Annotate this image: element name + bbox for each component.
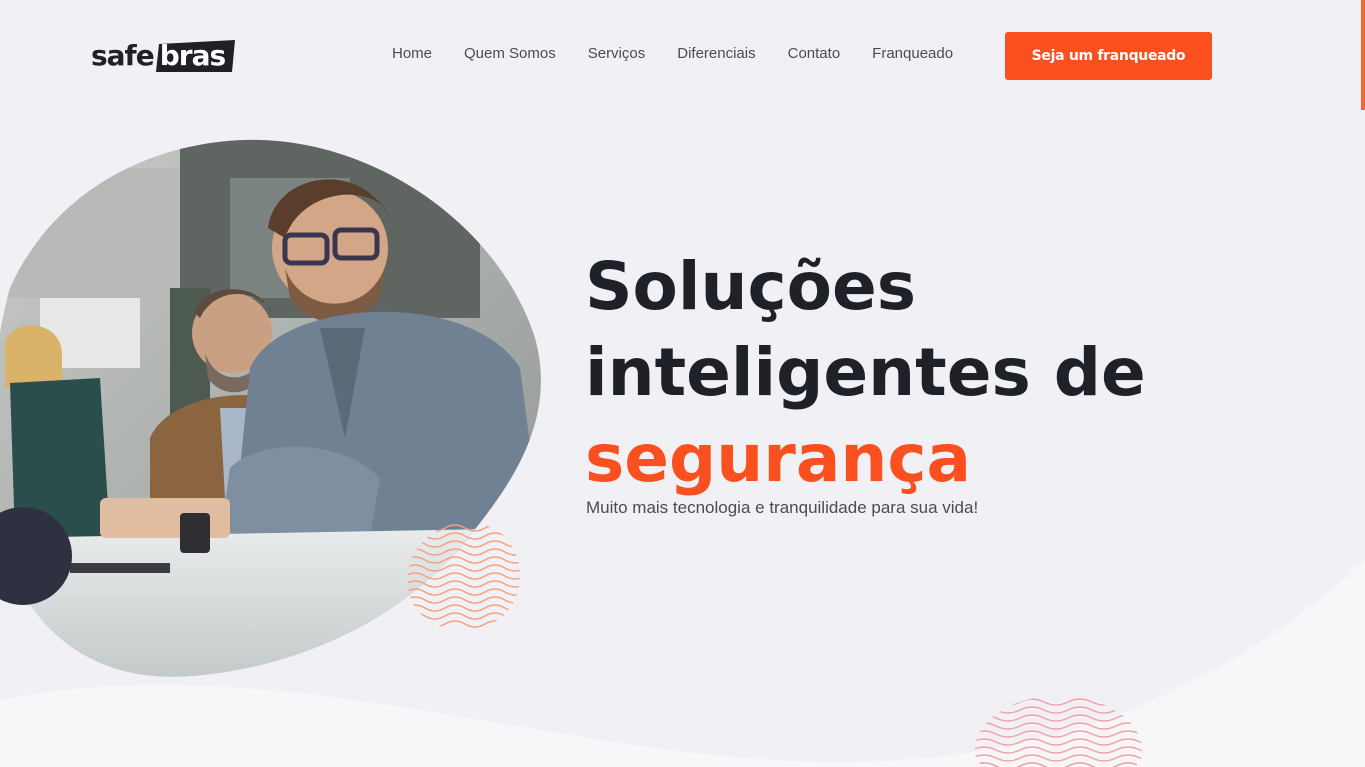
logo[interactable]: safe bras (91, 38, 235, 74)
hero-title: Soluções inteligentes de segurança (585, 244, 1146, 502)
nav-item-servicos[interactable]: Serviços (588, 44, 646, 64)
logo-text-safe: safe (91, 39, 155, 72)
hero-subtitle: Muito mais tecnologia e tranquilidade pa… (586, 498, 979, 517)
hero-title-line-2: inteligentes de (585, 334, 1146, 411)
nav-item-contato[interactable]: Contato (788, 44, 841, 64)
hero-title-highlight: segurança (585, 420, 972, 497)
page: safe bras Home Quem Somos Serviços Difer… (0, 0, 1365, 767)
nav-item-franqueado[interactable]: Franqueado (872, 44, 953, 64)
logo-text-bras-box: bras (155, 39, 235, 72)
nav-item-home[interactable]: Home (392, 44, 432, 64)
decorative-wave-pattern (407, 524, 521, 628)
franchise-cta-button[interactable]: Seja um franqueado (1005, 32, 1212, 80)
logo-text-bras: bras (159, 39, 226, 72)
main-nav: Home Quem Somos Serviços Diferenciais Co… (392, 44, 985, 64)
hero-title-line-1: Soluções (585, 248, 916, 325)
nav-item-diferenciais[interactable]: Diferenciais (677, 44, 755, 64)
nav-item-quem-somos[interactable]: Quem Somos (464, 44, 556, 64)
decorative-wave-pattern-bottom (974, 698, 1143, 767)
scroll-indicator (1361, 0, 1365, 110)
